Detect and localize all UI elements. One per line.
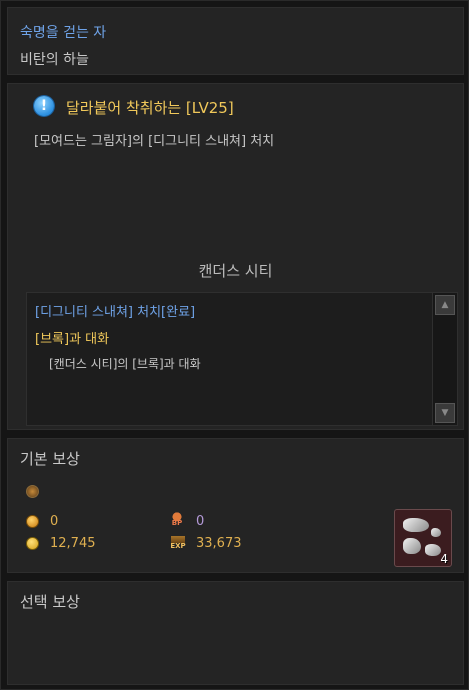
objective-description: [모여드는 그림자]의 [디그니티 스내쳐] 처치 bbox=[34, 134, 275, 149]
choice-rewards-panel: 선택 보상 bbox=[7, 581, 464, 685]
bp-icon: BP bbox=[168, 512, 186, 528]
exclamation-icon: ! bbox=[34, 96, 54, 116]
quest-title[interactable]: 숙명을 걷는 자 bbox=[20, 22, 106, 42]
silver-ore-icon bbox=[403, 518, 429, 532]
choice-rewards-title: 선택 보상 bbox=[20, 593, 80, 611]
silver-ore-piece bbox=[431, 528, 441, 537]
quest-steps-list: [디그니티 스내쳐] 처치[완료] [브록]과 대화 [캔더스 시티]의 [브록… bbox=[26, 292, 458, 426]
item-count: 4 bbox=[440, 552, 448, 566]
exp-reward-value: 33,673 bbox=[196, 536, 242, 551]
quest-window: 숙명을 걷는 자 비탄의 하늘 ! 달라붙어 착취하는 [LV25] [모여드는… bbox=[0, 0, 469, 690]
scroll-up-button[interactable]: ▲ bbox=[435, 295, 455, 315]
step-completed[interactable]: [디그니티 스내쳐] 처치[완료] bbox=[35, 301, 195, 320]
silver-ore-piece bbox=[403, 538, 421, 554]
quest-header: 숙명을 걷는 자 비탄의 하늘 bbox=[7, 7, 464, 75]
coin-icon bbox=[26, 537, 39, 550]
step-detail: [캔더스 시티]의 [브록]과 대화 bbox=[49, 357, 201, 371]
coin-reward-value: 12,745 bbox=[50, 536, 96, 551]
step-current[interactable]: [브록]과 대화 bbox=[35, 328, 109, 347]
basic-rewards-title: 기본 보상 bbox=[20, 450, 80, 468]
reward-item-slot[interactable]: 4 bbox=[394, 509, 452, 567]
gold-coin-icon bbox=[26, 515, 39, 528]
objective-title: 달라붙어 착취하는 [LV25] bbox=[66, 99, 234, 117]
steps-scrollbar[interactable]: ▲ ▼ bbox=[432, 293, 457, 425]
exp-icon: EXP bbox=[168, 534, 188, 552]
bp-reward-value: 0 bbox=[196, 514, 205, 529]
scroll-down-button[interactable]: ▼ bbox=[435, 403, 455, 423]
silver-ore-piece bbox=[425, 544, 441, 556]
quest-detail-panel: ! 달라붙어 착취하는 [LV25] [모여드는 그림자]의 [디그니티 스내쳐… bbox=[7, 83, 464, 430]
quest-subtitle: 비탄의 하늘 bbox=[20, 52, 89, 68]
basic-rewards-panel: 기본 보상 0 12,745 BP 0 EXP 33,673 4 bbox=[7, 438, 464, 573]
trophy-icon bbox=[26, 485, 39, 498]
gold-reward-value: 0 bbox=[50, 514, 59, 529]
location-name: 캔더스 시티 bbox=[198, 262, 273, 280]
